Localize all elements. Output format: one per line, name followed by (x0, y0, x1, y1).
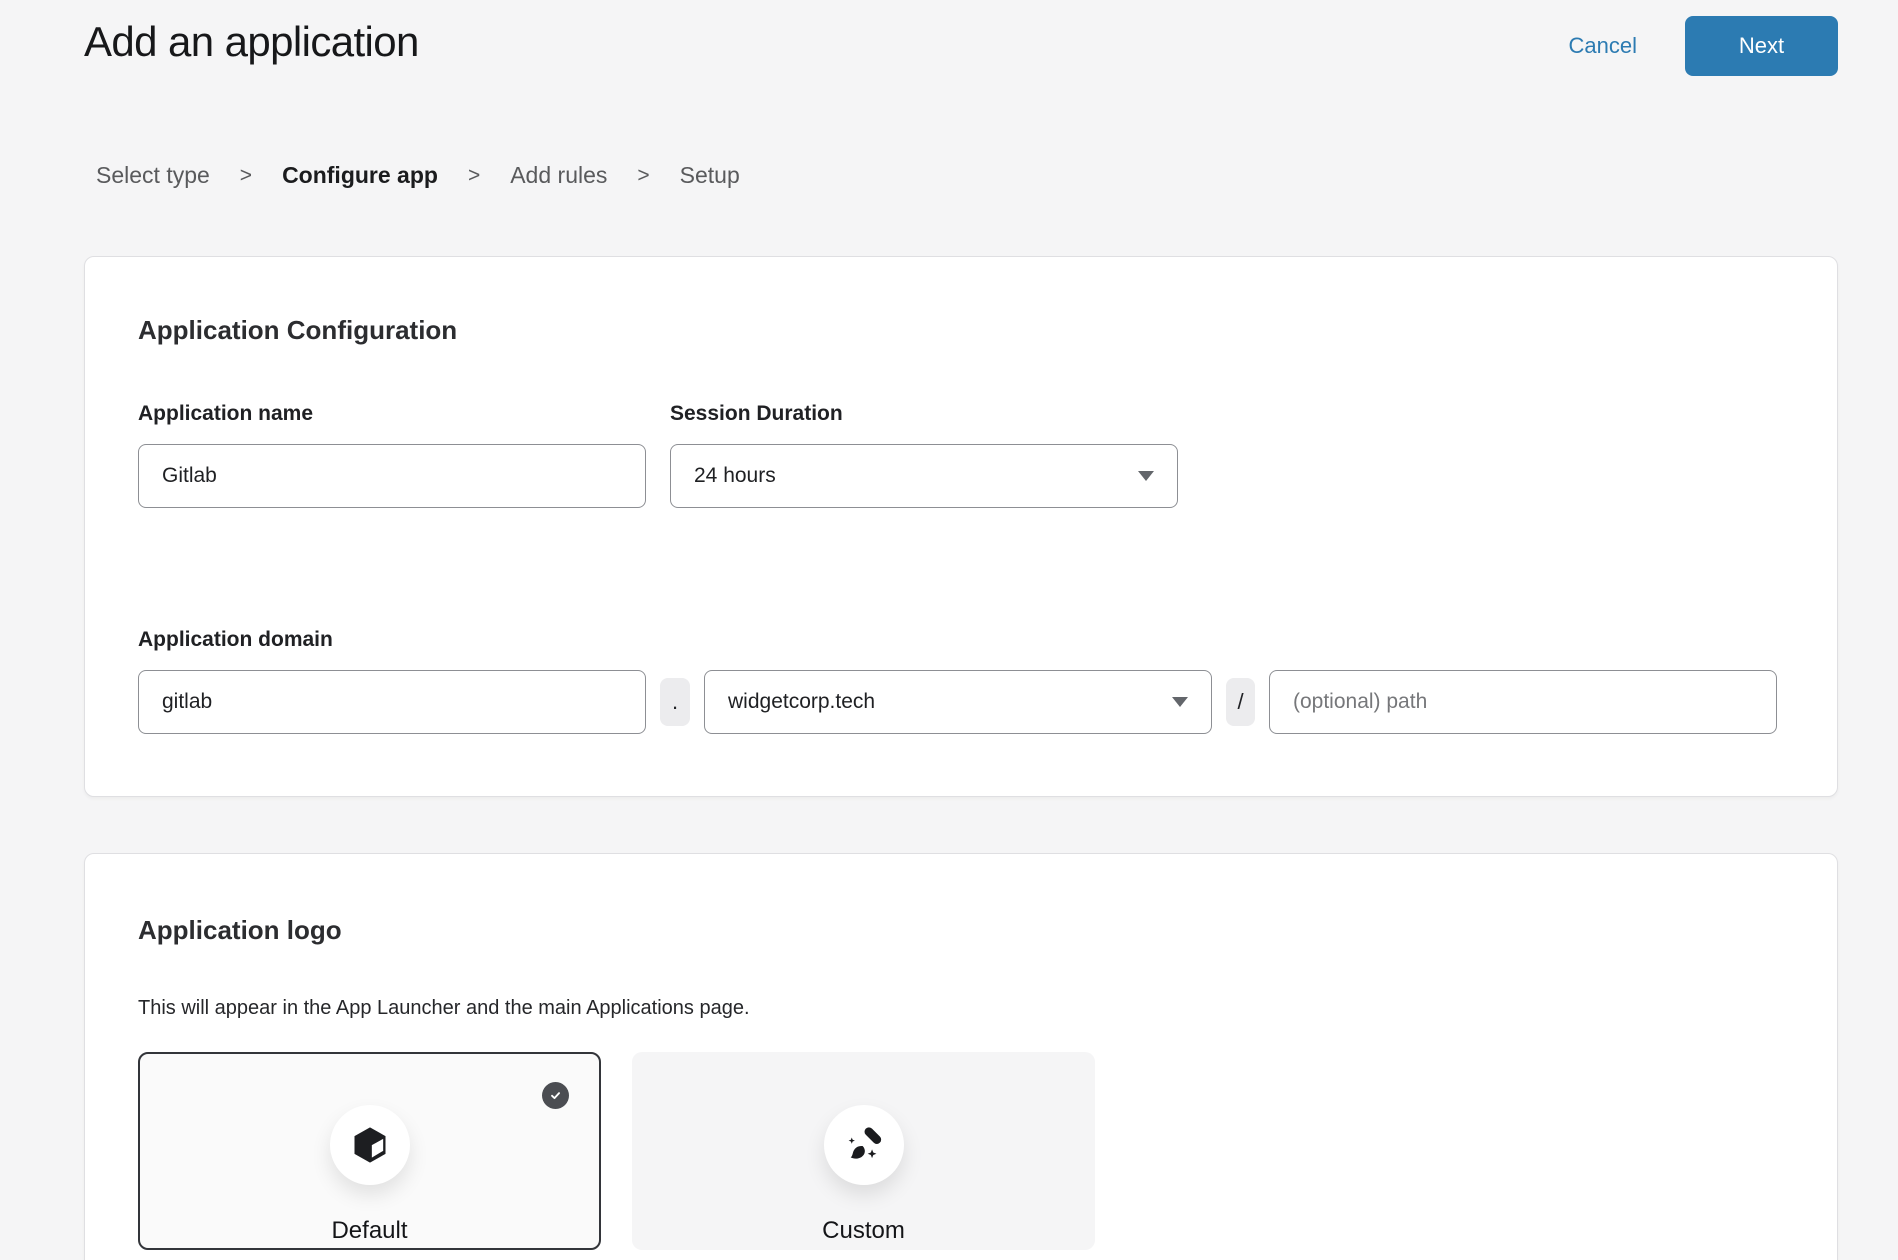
breadcrumb-step-select-type[interactable]: Select type (96, 162, 210, 189)
add-application-page: Add an application Cancel Next Select ty… (0, 0, 1898, 1260)
application-configuration-heading: Application Configuration (138, 315, 1781, 346)
header-actions: Cancel Next (1569, 16, 1838, 76)
domain-select-value: widgetcorp.tech (728, 690, 875, 714)
application-domain-row: . widgetcorp.tech / (138, 670, 1781, 734)
name-session-row: Application name Session Duration 24 hou… (138, 402, 1781, 508)
application-name-input[interactable] (138, 444, 646, 508)
application-configuration-card: Application Configuration Application na… (84, 256, 1838, 797)
breadcrumb-separator: > (240, 164, 252, 188)
cancel-button[interactable]: Cancel (1569, 16, 1637, 76)
subdomain-input[interactable] (138, 670, 646, 734)
logo-option-label: Default (140, 1217, 599, 1245)
session-duration-value: 24 hours (694, 464, 776, 488)
slash-separator: / (1226, 678, 1255, 726)
session-duration-select[interactable]: 24 hours (670, 444, 1178, 508)
custom-logo-circle (824, 1105, 904, 1185)
application-domain-label: Application domain (138, 628, 1781, 652)
breadcrumb-step-setup[interactable]: Setup (680, 162, 740, 189)
application-name-field: Application name (138, 402, 646, 508)
breadcrumb-separator: > (637, 164, 649, 188)
chevron-down-icon (1172, 697, 1188, 707)
page-title: Add an application (84, 16, 419, 69)
session-duration-field: Session Duration 24 hours (670, 402, 1178, 508)
breadcrumb-step-configure-app[interactable]: Configure app (282, 162, 438, 189)
logo-option-label: Custom (632, 1217, 1095, 1245)
breadcrumb-step-add-rules[interactable]: Add rules (510, 162, 607, 189)
selected-check-badge (542, 1082, 569, 1109)
next-button[interactable]: Next (1685, 16, 1838, 76)
domain-select[interactable]: widgetcorp.tech (704, 670, 1212, 734)
logo-option-default[interactable]: Default (138, 1052, 601, 1250)
logo-option-custom[interactable]: Custom (632, 1052, 1095, 1250)
page-header: Add an application Cancel Next (0, 0, 1898, 76)
breadcrumb-separator: > (468, 164, 480, 188)
logo-options: Default Custom (138, 1052, 1781, 1250)
default-logo-circle (330, 1105, 410, 1185)
cube-icon (350, 1125, 390, 1165)
application-domain-section: Application domain . widgetcorp.tech / (138, 628, 1781, 734)
chevron-down-icon (1138, 471, 1154, 481)
dot-separator: . (660, 678, 690, 726)
application-logo-card: Application logo This will appear in the… (84, 853, 1838, 1260)
session-duration-label: Session Duration (670, 402, 1178, 426)
breadcrumb: Select type > Configure app > Add rules … (96, 162, 1898, 189)
application-name-label: Application name (138, 402, 646, 426)
paintbrush-icon (843, 1124, 885, 1166)
application-logo-description: This will appear in the App Launcher and… (138, 997, 1781, 1020)
path-input[interactable] (1269, 670, 1777, 734)
checkmark-icon (548, 1088, 563, 1103)
application-logo-heading: Application logo (138, 915, 1781, 946)
